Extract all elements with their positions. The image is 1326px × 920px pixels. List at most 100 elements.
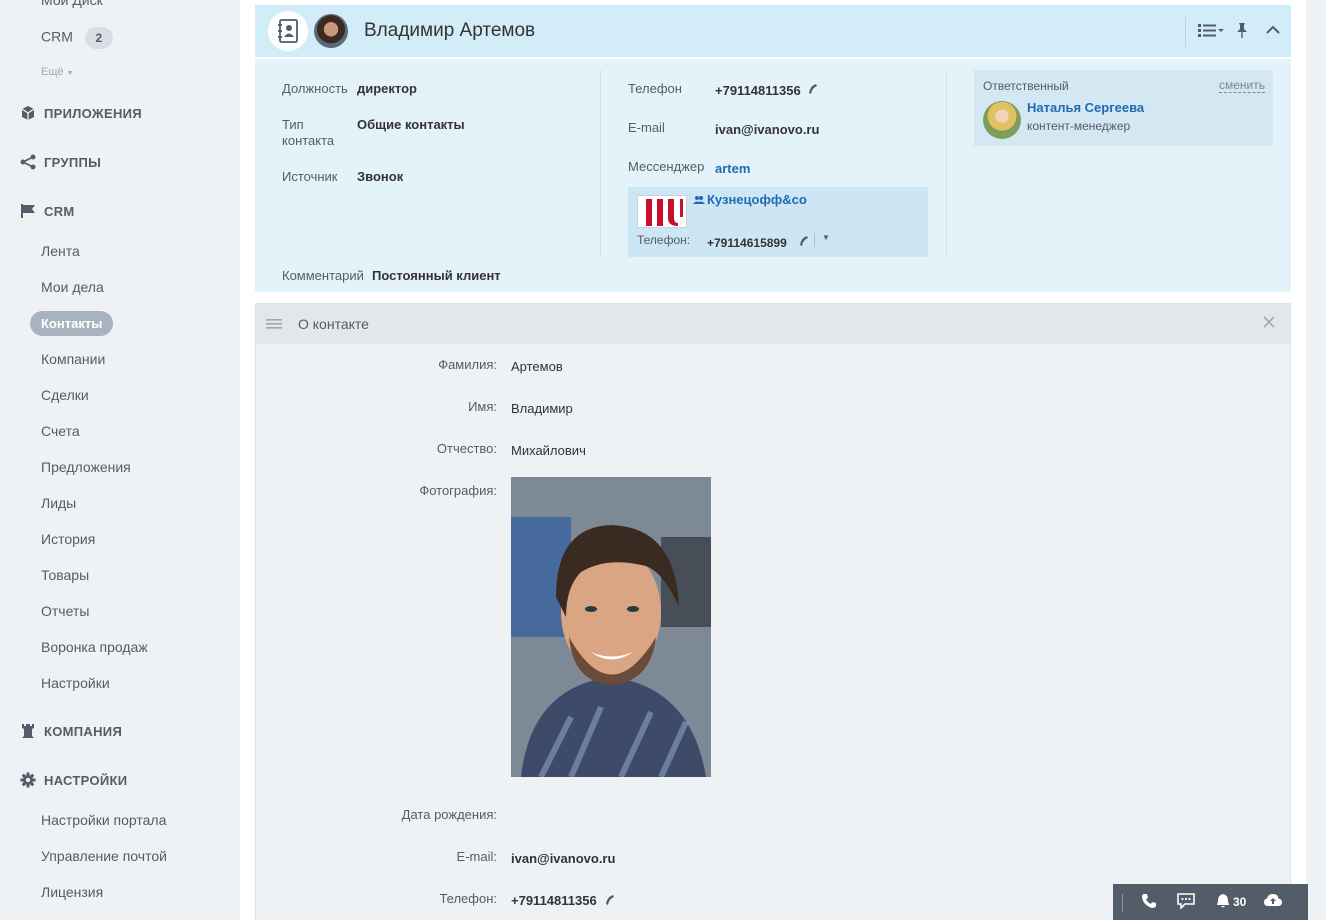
contact-name-title: Владимир Артемов bbox=[364, 20, 536, 41]
list-settings-icon[interactable] bbox=[1198, 22, 1224, 43]
section-groups[interactable]: ГРУППЫ bbox=[20, 154, 101, 170]
chevron-down-icon: ▼ bbox=[66, 70, 74, 77]
about-phone-label: Телефон: bbox=[439, 891, 497, 906]
email-value[interactable]: ivan@ivanovo.ru bbox=[715, 122, 819, 137]
responsible-card: Ответственный сменить Наталья Сергеева к… bbox=[974, 70, 1273, 146]
linked-company-card: Кузнецофф&со Телефон: +79114615899 ▼ bbox=[628, 187, 928, 257]
sidebar: Мой Диск CRM 2 Ещё ▼ ПРИЛОЖЕНИЯ ГРУППЫ CR… bbox=[0, 0, 240, 920]
section-settings-label: НАСТРОЙКИ bbox=[44, 772, 128, 788]
sidebar-item-reports[interactable]: Отчеты bbox=[41, 603, 89, 619]
notifications-count: 30 bbox=[1233, 895, 1247, 909]
bottom-toolbar: 30 bbox=[1113, 884, 1308, 920]
section-crm[interactable]: CRM bbox=[20, 203, 75, 219]
about-section-header: О контакте bbox=[256, 304, 1290, 344]
company-group-icon bbox=[693, 193, 705, 208]
column-divider-1 bbox=[600, 70, 601, 256]
phone-value[interactable]: +79114811356 bbox=[715, 83, 801, 98]
about-contact-section: О контакте Фамилия: Артемов Имя: Владими… bbox=[255, 303, 1291, 920]
first-name-value: Владимир bbox=[511, 401, 573, 416]
company-phone-divider bbox=[814, 233, 815, 247]
close-icon[interactable] bbox=[1263, 316, 1275, 331]
sidebar-item-mail-management[interactable]: Управление почтой bbox=[41, 848, 167, 864]
gear-icon bbox=[20, 772, 36, 788]
source-value: Звонок bbox=[357, 169, 404, 184]
sidebar-item-history[interactable]: История bbox=[41, 531, 95, 547]
company-logo bbox=[637, 195, 687, 228]
sidebar-item-products[interactable]: Товары bbox=[41, 567, 89, 583]
sidebar-item-license[interactable]: Лицензия bbox=[41, 884, 103, 900]
sidebar-item-invoices[interactable]: Счета bbox=[41, 423, 80, 439]
position-value: директор bbox=[357, 81, 417, 96]
change-responsible-link[interactable]: сменить bbox=[1219, 79, 1266, 93]
position-label: Должность bbox=[282, 81, 348, 96]
first-name-label: Имя: bbox=[468, 399, 497, 414]
right-strip bbox=[1306, 0, 1326, 920]
header-divider bbox=[1185, 17, 1186, 47]
cube-icon bbox=[20, 105, 36, 121]
photo-label: Фотография: bbox=[419, 483, 497, 498]
sidebar-item-contacts[interactable]: Контакты bbox=[30, 311, 114, 336]
more-label: Ещё bbox=[41, 66, 64, 78]
birth-date-label: Дата рождения: bbox=[401, 807, 497, 822]
company-phone-value[interactable]: +79114615899 bbox=[707, 236, 787, 250]
pin-icon[interactable] bbox=[1236, 22, 1248, 44]
collapse-chevron-up-icon[interactable] bbox=[1266, 22, 1280, 43]
section-company[interactable]: КОМПАНИЯ bbox=[20, 723, 122, 739]
responsible-role: контент-менеджер bbox=[1027, 119, 1131, 133]
contact-book-icon bbox=[268, 11, 308, 51]
crm-counter-badge: 2 bbox=[84, 27, 113, 49]
sidebar-item-crm-settings[interactable]: Настройки bbox=[41, 675, 110, 691]
notifications-bell-icon[interactable] bbox=[1216, 893, 1230, 913]
responsible-avatar bbox=[983, 101, 1021, 139]
column-divider-2 bbox=[946, 70, 947, 256]
sidebar-item-my-tasks[interactable]: Мои дела bbox=[41, 279, 104, 295]
messenger-link[interactable]: artem bbox=[715, 161, 750, 176]
chat-icon[interactable] bbox=[1177, 893, 1195, 913]
sidebar-item-leads[interactable]: Лиды bbox=[41, 495, 76, 511]
middle-name-value: Михайлович bbox=[511, 443, 586, 458]
sidebar-item-disk[interactable]: Мой Диск bbox=[41, 0, 103, 8]
about-section-title: О контакте bbox=[298, 316, 369, 332]
about-email-label: E-mail: bbox=[456, 849, 497, 864]
cloud-upload-icon[interactable] bbox=[1264, 893, 1282, 911]
section-apps-label: ПРИЛОЖЕНИЯ bbox=[44, 105, 142, 121]
sidebar-item-companies[interactable]: Компании bbox=[41, 351, 105, 367]
responsible-name-link[interactable]: Наталья Сергеева bbox=[1027, 100, 1144, 115]
about-call-icon[interactable] bbox=[604, 894, 616, 909]
flag-icon bbox=[20, 203, 36, 219]
contact-type-label-1: Тип bbox=[282, 117, 304, 132]
responsible-label: Ответственный bbox=[983, 79, 1069, 93]
section-crm-label: CRM bbox=[44, 203, 75, 219]
about-email-value[interactable]: ivan@ivanovo.ru bbox=[511, 851, 615, 866]
contact-header: Владимир Артемов bbox=[255, 5, 1291, 57]
company-call-icon[interactable] bbox=[798, 235, 810, 250]
phone-icon[interactable] bbox=[1141, 893, 1157, 913]
tower-icon bbox=[20, 723, 36, 739]
messenger-label: Мессенджер bbox=[628, 159, 705, 174]
last-name-label: Фамилия: bbox=[438, 357, 497, 372]
section-company-label: КОМПАНИЯ bbox=[44, 723, 123, 739]
sidebar-item-feed[interactable]: Лента bbox=[41, 243, 80, 259]
company-phone-dropdown-icon[interactable]: ▼ bbox=[822, 233, 830, 242]
sidebar-item-crm-label: CRM bbox=[41, 28, 73, 45]
sidebar-item-deals[interactable]: Сделки bbox=[41, 387, 89, 403]
sidebar-item-quotes[interactable]: Предложения bbox=[41, 459, 131, 475]
company-name-link[interactable]: Кузнецофф&со bbox=[707, 192, 807, 207]
contact-info-panel: Должность директор Тип контакта Общие ко… bbox=[255, 59, 1291, 292]
middle-name-label: Отчество: bbox=[436, 441, 497, 456]
section-apps[interactable]: ПРИЛОЖЕНИЯ bbox=[20, 105, 142, 121]
last-name-value: Артемов bbox=[511, 359, 563, 374]
toolbar-divider bbox=[1122, 894, 1123, 912]
contact-type-label-2: контакта bbox=[282, 133, 335, 148]
drag-handle-icon[interactable] bbox=[266, 318, 282, 333]
contact-avatar bbox=[314, 14, 348, 48]
about-phone-value[interactable]: +79114811356 bbox=[511, 893, 597, 908]
share-icon bbox=[20, 154, 36, 170]
sidebar-item-crm[interactable]: CRM 2 bbox=[41, 27, 113, 49]
call-icon[interactable] bbox=[807, 83, 819, 98]
section-settings[interactable]: НАСТРОЙКИ bbox=[20, 772, 127, 788]
more-link[interactable]: Ещё ▼ bbox=[41, 66, 74, 78]
sidebar-item-portal-settings[interactable]: Настройки портала bbox=[41, 812, 166, 828]
contact-photo bbox=[511, 477, 711, 777]
sidebar-item-sales-funnel[interactable]: Воронка продаж bbox=[41, 639, 148, 655]
